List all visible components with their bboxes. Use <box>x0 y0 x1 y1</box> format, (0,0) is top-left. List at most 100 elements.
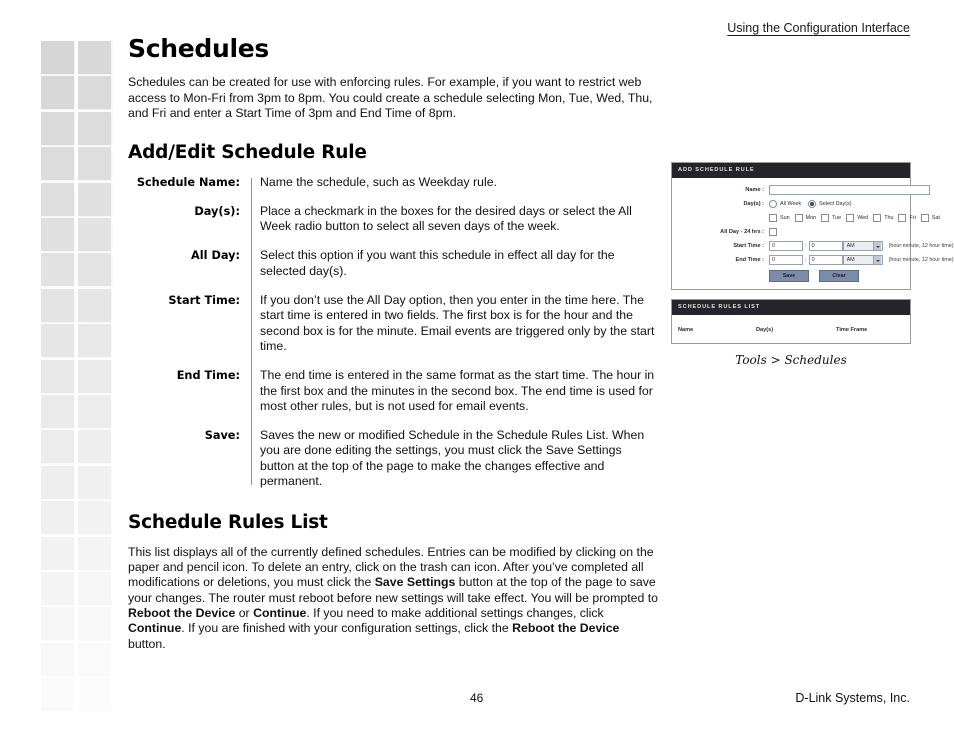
radio-all-week-label: All Week <box>780 201 802 207</box>
rules-text-5: . If you are finished with your configur… <box>181 621 513 636</box>
day-label: Tue <box>832 215 842 221</box>
rules-bold-continue-2: Continue <box>128 621 182 636</box>
decoration-square <box>41 395 74 428</box>
figure-caption: Tools > Schedules <box>735 353 847 367</box>
column-header-time-frame: Time Frame <box>836 327 868 333</box>
decoration-square <box>41 572 74 605</box>
end-meridiem-select[interactable]: AM <box>842 255 883 265</box>
decoration-square <box>78 678 111 712</box>
decoration-square <box>41 218 74 251</box>
definition-row: Start Time: If you don’t use the All Day… <box>128 293 658 354</box>
decoration-square <box>41 359 74 393</box>
rules-list-paragraph: This list displays all of the currently … <box>128 545 658 652</box>
radio-all-week-icon <box>769 200 777 208</box>
definition-list: Schedule Name: Name the schedule, such a… <box>128 175 658 490</box>
radio-select-days[interactable]: Select Day(s) <box>808 200 852 208</box>
decoration-square <box>41 324 74 358</box>
decoration-square <box>41 501 74 535</box>
checkbox-icon <box>769 214 777 222</box>
day-label: Sat <box>931 215 940 221</box>
decoration-square <box>78 430 111 464</box>
decoration-square <box>78 288 111 322</box>
save-button[interactable]: Save <box>769 270 809 282</box>
definition-label: Save: <box>204 429 240 443</box>
start-hour-input[interactable]: 0 <box>769 241 803 251</box>
decoration-square <box>78 111 111 145</box>
rules-bold-save-settings: Save Settings <box>374 575 456 590</box>
radio-select-days-label: Select Day(s) <box>819 201 852 207</box>
name-label: Name : <box>745 187 764 193</box>
decoration-square <box>41 536 74 570</box>
end-hour-input[interactable]: 0 <box>769 255 803 265</box>
ui-screenshot-column: ADD SCHEDULE RULE Name : Day(s) : All We… <box>671 162 954 367</box>
all-day-label: All Day - 24 hrs : <box>720 229 764 235</box>
end-minute-input[interactable]: 0 <box>808 255 843 265</box>
decoration-square <box>41 465 74 499</box>
checkbox-icon <box>821 214 830 222</box>
column-header-name: Name <box>678 327 694 333</box>
add-schedule-rule-panel: ADD SCHEDULE RULE Name : Day(s) : All We… <box>671 162 954 290</box>
day-checkbox-tue[interactable]: Tue <box>821 214 841 222</box>
decoration-square <box>41 41 74 74</box>
running-header: Using the Configuration Interface <box>727 21 910 35</box>
checkbox-icon <box>873 214 882 222</box>
day-checkbox-fri[interactable]: Fri <box>898 214 916 222</box>
rules-text-6: button. <box>128 636 166 651</box>
day-label: Thu <box>884 215 894 221</box>
panel-button-row: Save Clear <box>769 270 904 282</box>
schedule-name-input[interactable] <box>769 185 930 195</box>
decoration-square <box>78 465 111 499</box>
day-checkbox-wed[interactable]: Wed <box>846 214 868 222</box>
definition-description: Place a checkmark in the boxes for the d… <box>260 203 632 234</box>
checkbox-icon <box>920 214 929 222</box>
decoration-square <box>78 41 111 74</box>
radio-all-week[interactable]: All Week <box>769 200 801 208</box>
decoration-square <box>78 324 111 358</box>
schedule-rules-list-panel: SCHEDULE RULES LIST Name Day(s) Time Fra… <box>671 299 911 344</box>
all-day-checkbox[interactable] <box>769 228 777 236</box>
rules-bold-reboot-2: Reboot the Device <box>512 621 620 636</box>
page-title: Schedules <box>128 34 269 63</box>
checkbox-icon <box>898 214 907 222</box>
decoration-square <box>78 607 111 641</box>
chevron-down-icon <box>872 242 881 250</box>
end-time-row: End Time : 0 : 0 AM (hour:minute, 12 hou… <box>678 255 954 265</box>
end-time-label: End Time : <box>735 257 765 263</box>
definition-row: Schedule Name: Name the schedule, such a… <box>128 175 658 190</box>
definition-label: End Time: <box>176 369 240 383</box>
start-minute-input[interactable]: 0 <box>808 241 843 251</box>
all-day-row: All Day - 24 hrs : <box>678 227 904 237</box>
day-checkbox-sat[interactable]: Sat <box>920 214 940 222</box>
definition-description: If you don’t use the All Day option, the… <box>260 293 655 353</box>
decoration-square <box>78 359 111 393</box>
decoration-square <box>41 76 74 110</box>
decoration-square <box>78 76 111 110</box>
section-heading-add-edit: Add/Edit Schedule Rule <box>128 142 367 164</box>
definition-label: Day(s): <box>194 204 240 218</box>
decoration-square <box>41 147 74 181</box>
day-label: Mon <box>805 215 817 221</box>
definition-description: The end time is entered in the same form… <box>260 368 655 413</box>
rules-bold-continue-1: Continue <box>253 605 307 620</box>
start-meridiem-select[interactable]: AM <box>842 241 883 251</box>
days-label: Day(s) : <box>743 201 764 207</box>
end-meridiem-value: AM <box>846 257 855 263</box>
radio-select-days-icon <box>808 200 817 208</box>
day-checkbox-thu[interactable]: Thu <box>873 214 893 222</box>
day-checkbox-mon[interactable]: Mon <box>794 214 817 222</box>
definition-description: Name the schedule, such as Weekday rule. <box>260 174 497 189</box>
rules-text-3: or <box>235 605 254 620</box>
definition-row: Day(s): Place a checkmark in the boxes f… <box>128 204 658 235</box>
day-label: Wed <box>857 215 869 221</box>
day-checkbox-sun[interactable]: Sun <box>769 214 790 222</box>
add-schedule-rule-panel-body: Name : Day(s) : All Week Select Day(s) S… <box>672 178 954 289</box>
column-header-days: Day(s) <box>756 327 774 333</box>
definition-row: All Day: Select this option if you want … <box>128 248 658 279</box>
intro-paragraph: Schedules can be created for use with en… <box>128 75 653 120</box>
checkbox-icon <box>794 214 803 222</box>
rules-bold-reboot-1: Reboot the Device <box>128 605 236 620</box>
definition-row: Save: Saves the new or modified Schedule… <box>128 428 658 489</box>
start-time-row: Start Time : 0 : 0 AM (hour:minute, 12 h… <box>678 241 954 251</box>
clear-button[interactable]: Clear <box>819 270 859 282</box>
end-time-hint: (hour:minute, 12 hour time) <box>888 257 954 263</box>
